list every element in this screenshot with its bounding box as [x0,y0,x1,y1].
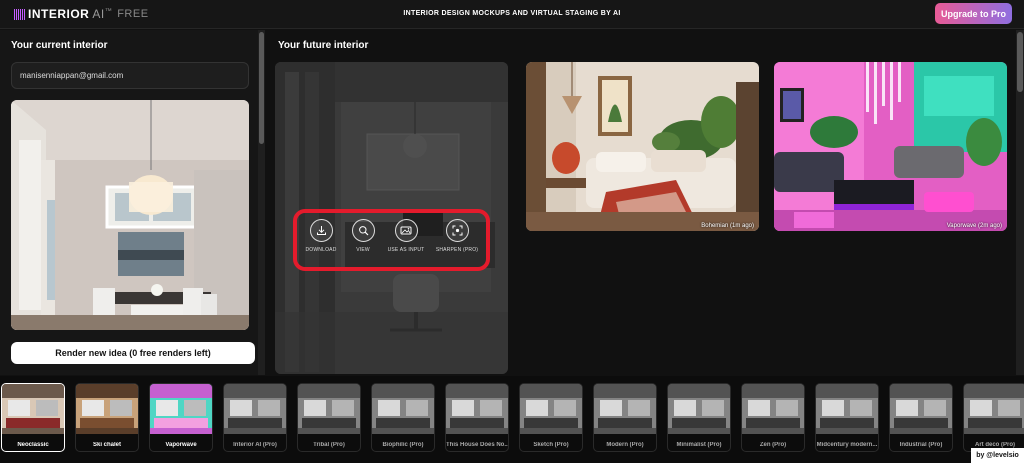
dining-room-image [11,100,249,330]
style-thumbnail-image [150,384,212,434]
sharpen-label: SHARPEN (PRO) [435,247,479,253]
render-label-vaporwave: Vaporwave (2m ago) [946,223,1002,229]
use-as-input-label: USE AS INPUT [387,247,425,253]
render-new-idea-button[interactable]: Render new idea (0 free renders left) [11,342,255,364]
upgrade-to-pro-button[interactable]: Upgrade to Pro [934,3,1012,24]
style-option[interactable]: This House Does No... [445,383,509,452]
style-option[interactable]: Minimalist (Pro) [667,383,731,452]
future-interior-title: Your future interior [278,40,369,51]
style-option-label: Sketch (Pro) [533,442,569,448]
style-thumbnail-image [76,384,138,434]
style-option-label: Vaporwave [165,442,197,448]
style-option-label: Biophilic (Pro) [382,442,424,448]
style-thumbnail-image [372,384,434,434]
style-option-label: This House Does No... [446,442,508,448]
style-option-label: Tribal (Pro) [313,442,345,448]
style-option-label: Minimalist (Pro) [676,442,722,448]
style-option[interactable]: Tribal (Pro) [297,383,361,452]
style-option[interactable]: Ski chalet [75,383,139,452]
style-thumbnail-image [2,384,64,434]
style-thumbnail-image [816,384,878,434]
style-option[interactable]: Biophilic (Pro) [371,383,435,452]
style-option[interactable]: Zen (Pro) [741,383,805,452]
email-field[interactable]: manisenniappan@gmail.com [11,62,249,89]
style-thumbnail-image [520,384,582,434]
style-thumbnail-image [890,384,952,434]
style-option[interactable]: Industrial (Pro) [889,383,953,452]
left-scrollbar[interactable] [258,30,265,375]
style-option[interactable]: Sketch (Pro) [519,383,583,452]
style-option-label: Modern (Pro) [606,442,644,448]
render-card-vaporwave[interactable]: Vaporwave (2m ago) [774,62,1007,231]
style-option[interactable]: Art deco (Pro) [963,383,1024,452]
view-button[interactable] [351,219,375,242]
top-bar: INTERIOR AI™ FREE INTERIOR DESIGN MOCKUP… [0,0,1024,29]
vaporwave-living-room-image [774,62,1007,231]
sharpen-button[interactable] [445,219,469,242]
view-label: VIEW [356,247,370,253]
download-button[interactable] [309,219,333,242]
style-thumbnail-image [224,384,286,434]
image-input-icon [400,226,412,235]
credit-link[interactable]: by @levelsio [971,448,1024,463]
style-option[interactable]: Modern (Pro) [593,383,657,452]
sharpen-action[interactable]: SHARPEN (PRO) [432,219,482,253]
magnifier-icon [358,226,368,236]
style-thumbnail-image [964,384,1024,434]
download-icon [316,226,326,235]
right-scrollbar-thumb[interactable] [1017,32,1023,92]
tagline: INTERIOR DESIGN MOCKUPS AND VIRTUAL STAG… [403,10,621,17]
bohemian-bedroom-image [526,62,759,231]
style-thumbnail-image [298,384,360,434]
download-label: DOWNLOAD [305,247,337,253]
current-interior-panel: Your current interior manisenniappan@gma… [0,30,265,375]
style-option[interactable]: Midcentury modern... [815,383,879,452]
style-thumbnail-image [742,384,804,434]
current-interior-title: Your current interior [11,40,108,51]
render-label-bohemian: Bohemian (1m ago) [701,223,754,229]
style-option-label: Interior AI (Pro) [233,442,277,448]
left-scrollbar-thumb[interactable] [259,32,264,144]
render-card-bohemian[interactable]: Bohemian (1m ago) [526,62,759,231]
sharpen-icon [452,225,462,236]
style-option-label: Industrial (Pro) [899,442,943,448]
style-option-label: Midcentury modern... [816,442,878,448]
style-option-label: Ski chalet [92,442,121,448]
style-option-label: Neoclassic [17,442,49,448]
style-option[interactable]: Vaporwave [149,383,213,452]
use-as-input-button[interactable] [394,219,418,242]
right-scrollbar[interactable] [1016,30,1024,375]
style-thumbnail-image [594,384,656,434]
use-as-input-action[interactable]: USE AS INPUT [381,219,431,253]
current-interior-photo[interactable] [11,100,249,330]
style-thumbnail-image [668,384,730,434]
style-option-label: Zen (Pro) [759,442,787,448]
style-option[interactable]: Neoclassic [1,383,65,452]
style-thumbnail-image [446,384,508,434]
style-option[interactable]: Interior AI (Pro) [223,383,287,452]
